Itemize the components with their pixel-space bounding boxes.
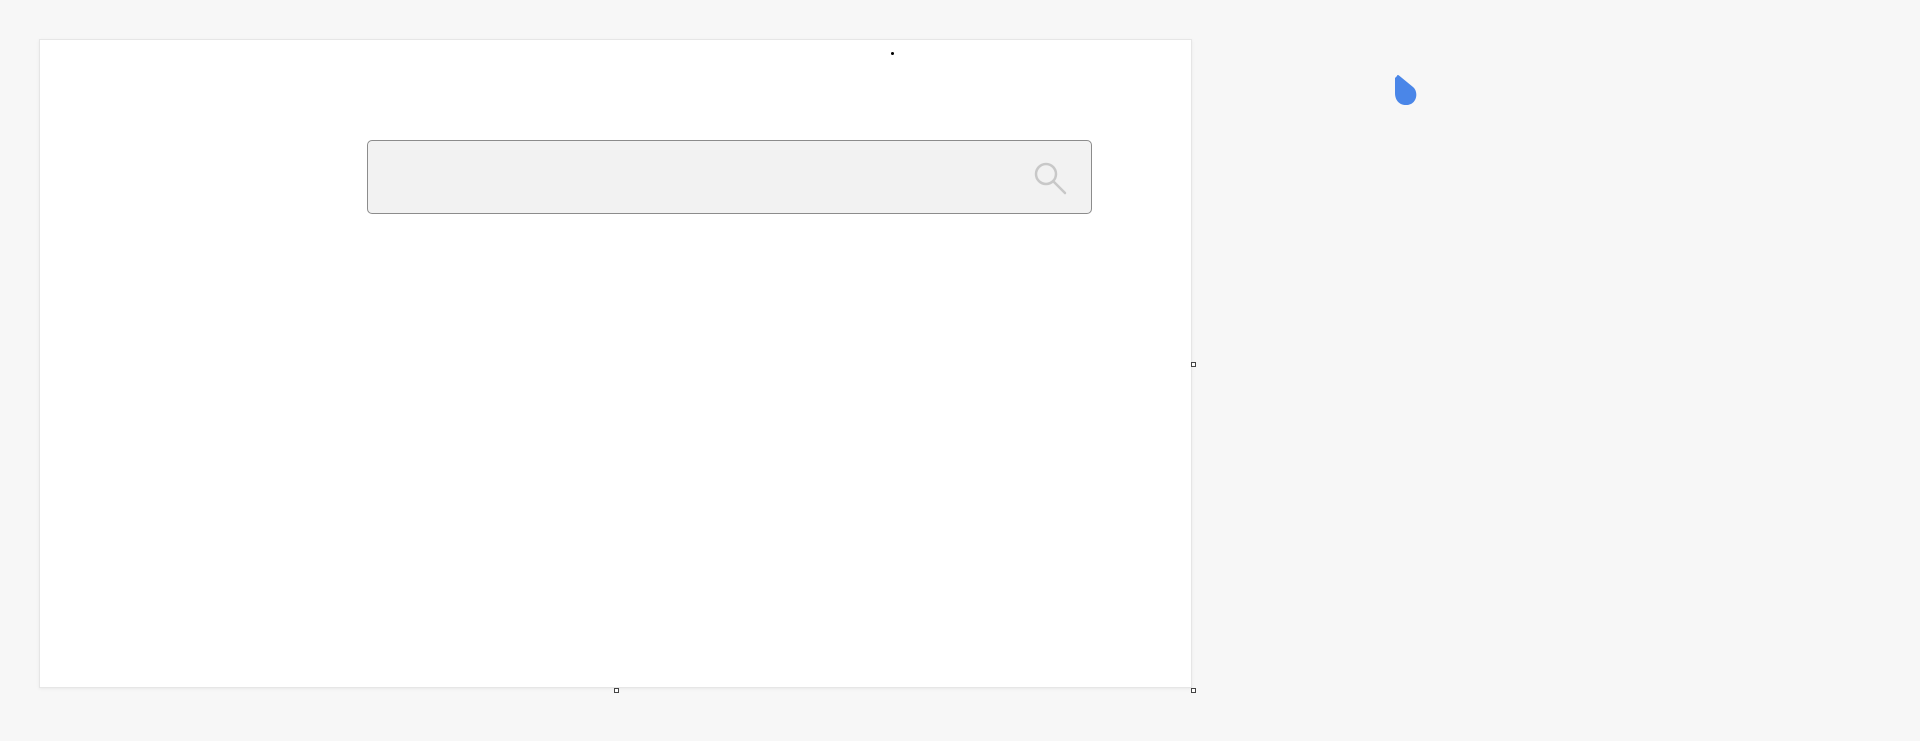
search-icon[interactable] (1033, 161, 1067, 195)
anchor-point (891, 52, 894, 55)
resize-handle-right-icon[interactable] (1191, 362, 1196, 367)
search-box[interactable] (367, 140, 1092, 215)
resize-handle-corner-icon[interactable] (1191, 688, 1196, 693)
search-input[interactable] (380, 141, 984, 215)
resize-handle-bottom-icon[interactable] (614, 688, 619, 693)
design-frame[interactable] (39, 39, 1192, 688)
canvas-area (0, 0, 1920, 741)
droplet-cursor-icon (1395, 74, 1417, 105)
